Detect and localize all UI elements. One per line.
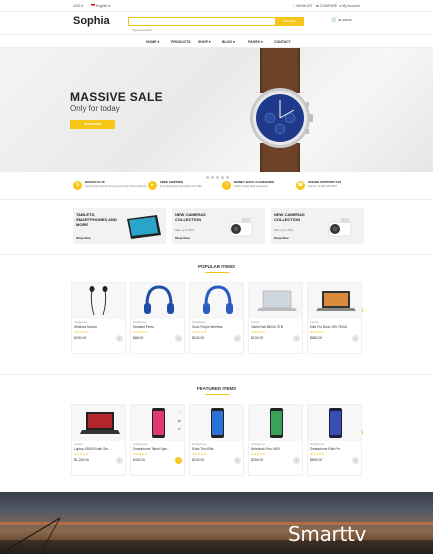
headphones-image [203, 285, 233, 314]
nav-contact[interactable]: CONTACT [274, 40, 291, 44]
product-card[interactable]: Headphones Wireless Mondo ★★★★★ $200.00 … [71, 282, 126, 354]
laptop-image [257, 290, 297, 311]
truck-icon: ▸ [148, 181, 157, 190]
nav-blog[interactable]: BLOG ▾ [222, 40, 235, 44]
currency-select[interactable]: USD ▾ [73, 4, 83, 8]
add-to-cart-button[interactable]: + [352, 457, 359, 464]
quickview-icon[interactable]: ◉ [178, 418, 182, 423]
add-to-cart-button[interactable]: + [175, 335, 182, 342]
popular-title: POPULAR ITEMS [197, 264, 235, 269]
site-logo[interactable]: Sophia [73, 15, 110, 27]
wishlist-icon[interactable]: ♡ [177, 410, 181, 415]
smarttv-title: Smarttv [288, 522, 367, 546]
earphones-image [89, 286, 108, 316]
flag-icon [91, 4, 95, 7]
product-card[interactable]: Smartphones Extra Thin Elite ★★★★★ $100.… [189, 404, 244, 476]
features-bar: $ BONUS PLUS Get a bonus plus for buying… [0, 172, 433, 200]
hero-slider [0, 48, 433, 172]
nav-home[interactable]: HOME ▾ [146, 40, 159, 44]
tablet-image [127, 215, 161, 239]
add-to-cart-button[interactable]: + [116, 457, 123, 464]
smartphone-image [270, 408, 283, 438]
hero-watch-image [250, 48, 313, 172]
add-to-cart-button[interactable]: + [293, 335, 300, 342]
laptop-image [80, 412, 120, 434]
section-underline [205, 394, 229, 395]
featured-title: FEATURED ITEMS [196, 386, 237, 391]
wishlist-link[interactable]: ♡ WISHLIST [292, 4, 313, 8]
cart-button[interactable]: 🛒 $1,280.00 [331, 17, 352, 23]
promo-banner[interactable]: NEW CAMERAS COLLECTION Sale up to 30% Sh… [172, 208, 265, 244]
product-card[interactable]: Laptops Laptop X53000 with Sm... ★★★★★ $… [71, 404, 126, 476]
search-input[interactable] [129, 26, 274, 34]
user-icon: ● [339, 4, 342, 8]
add-to-cart-button[interactable]: + [234, 335, 241, 342]
headphones-image [144, 285, 174, 314]
sunset-image [0, 517, 433, 554]
section-underline [205, 272, 229, 273]
nav-shop[interactable]: SHOP ▾ [198, 40, 211, 44]
product-card[interactable]: Smartphones Smartphone Elite Pro ★★★★★ $… [307, 404, 362, 476]
add-to-cart-button[interactable]: + [175, 457, 182, 464]
compare-icon[interactable]: ⇄ [178, 426, 181, 431]
smartphone-image [211, 408, 224, 438]
smartphone-image [329, 408, 342, 438]
compare-icon: ⇄ [316, 4, 319, 8]
cart-icon: 🛒 [331, 17, 338, 23]
camera-image [328, 218, 352, 237]
search-bar: SEARCH [128, 17, 304, 34]
money-icon: ¤ [222, 181, 231, 190]
promo-banner[interactable]: TABLETS, SMARTPHONES AND MORE Shop Now [73, 208, 166, 244]
language-select[interactable]: English ▾ [91, 4, 110, 8]
hero-subtitle: Only for today [70, 104, 120, 113]
add-to-cart-button[interactable]: + [234, 457, 241, 464]
product-card[interactable]: Smartphones Notebook Pnlo 4600 ★★★★★ $29… [248, 404, 303, 476]
support-icon: ☎ [296, 181, 305, 190]
hero-shop-button[interactable]: SHOP NOW [70, 120, 115, 129]
cart-total: $1,280.00 [338, 18, 352, 22]
account-link[interactable]: ● My Account [339, 4, 360, 8]
nav-pages[interactable]: PAGES ▾ [248, 40, 263, 44]
product-card[interactable]: Laptops Elite Pro Book 15'6 7500U ★★★★★ … [307, 282, 362, 354]
compare-link[interactable]: ⇄ COMPARE [316, 4, 337, 8]
top-bar: USD ▾ English ▾ ♡ WISHLIST ⇄ COMPARE ● M… [0, 0, 433, 12]
add-to-cart-button[interactable]: + [116, 335, 123, 342]
promo-banner[interactable]: NEW CAMERAS COLLECTION Sale up to 30% Sh… [271, 208, 364, 244]
nav-products[interactable]: PRODUCTS [171, 40, 191, 44]
product-card[interactable]: ♡ ◉ ⇄ Smartphones Smartphone Tablet Spm.… [130, 404, 185, 476]
divider [0, 374, 433, 375]
search-button[interactable]: SEARCH [275, 18, 303, 25]
main-nav: HOME ▾ PRODUCTS SHOP ▾ BLOG ▾ PAGES ▾ CO… [0, 34, 433, 48]
add-to-cart-button[interactable]: + [352, 335, 359, 342]
laptop-image [316, 291, 356, 311]
product-card[interactable]: Headphones Sono Purple Wireless ★★★★★ $1… [189, 282, 244, 354]
product-card[interactable]: Headphones Headset Pemo ★★★★★ $88.00 + [130, 282, 185, 354]
hero-title: MASSIVE SALE [70, 90, 163, 104]
bonus-icon: $ [73, 181, 82, 190]
product-card[interactable]: Laptops Tablet Nell 8500U 3TB ★★★★★ $100… [248, 282, 303, 354]
smarttv-banner[interactable] [0, 492, 433, 554]
camera-image [229, 218, 253, 237]
add-to-cart-button[interactable]: + [293, 457, 300, 464]
divider [0, 254, 433, 255]
heart-icon: ♡ [292, 4, 296, 8]
